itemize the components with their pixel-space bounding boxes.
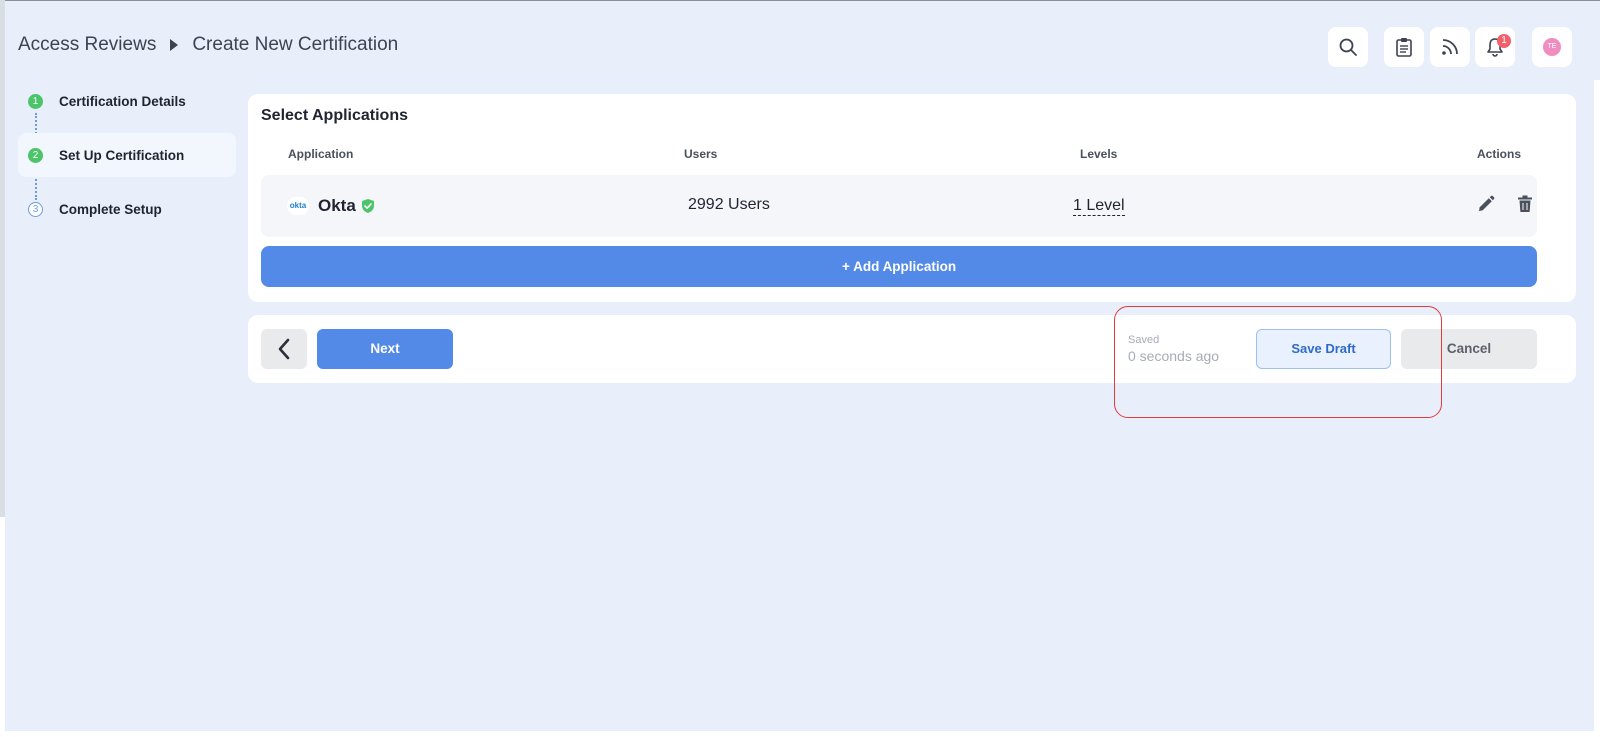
edit-icon[interactable] (1477, 195, 1495, 213)
feed-button[interactable] (1430, 27, 1470, 67)
left-scroll-edge (0, 0, 5, 517)
add-application-button[interactable]: + Add Application (261, 246, 1537, 287)
next-button[interactable]: Next (317, 329, 453, 369)
card-title: Select Applications (261, 107, 408, 124)
notification-badge: 1 (1497, 34, 1511, 48)
chevron-left-icon (278, 338, 290, 360)
tasks-button[interactable] (1384, 27, 1424, 67)
step-complete-setup[interactable]: 3 Complete Setup (18, 187, 236, 231)
breadcrumb-separator-icon (170, 39, 179, 51)
avatar: TE (1543, 38, 1561, 56)
saved-status-time: 0 seconds ago (1128, 348, 1220, 364)
step-label: Certification Details (59, 93, 186, 109)
step-set-up-certification[interactable]: 2 Set Up Certification (18, 133, 236, 177)
cancel-button[interactable]: Cancel (1401, 329, 1537, 369)
application-name: Okta (318, 196, 356, 215)
bottom-edge (0, 731, 1600, 737)
users-count: 2992 Users (688, 196, 770, 213)
setup-stepper: 1 Certification Details 2 Set Up Certifi… (18, 88, 236, 231)
table-row: okta Okta 2992 Users 1 Level (261, 175, 1537, 237)
save-draft-button[interactable]: Save Draft (1256, 329, 1391, 369)
select-applications-card: Select Applications Application Users Le… (248, 94, 1576, 302)
footer-actions-card: Next Saved 0 seconds ago Save Draft Canc… (248, 315, 1576, 383)
step-number: 1 (28, 93, 43, 109)
back-button[interactable] (261, 329, 307, 369)
notifications-button[interactable]: 1 (1475, 27, 1515, 67)
column-header-users: Users (684, 147, 718, 161)
column-header-application: Application (288, 147, 354, 161)
okta-logo: okta (287, 197, 309, 215)
search-icon (1339, 38, 1357, 56)
right-scrollbar[interactable] (1594, 80, 1600, 737)
column-header-actions: Actions (1477, 147, 1522, 161)
search-button[interactable] (1328, 27, 1368, 67)
levels-link[interactable]: 1 Level (1073, 197, 1125, 216)
column-header-levels: Levels (1080, 147, 1118, 161)
step-number: 2 (28, 147, 43, 163)
step-number: 3 (28, 201, 43, 217)
left-edge-lower (0, 517, 5, 737)
step-label: Complete Setup (59, 201, 162, 217)
step-certification-details[interactable]: 1 Certification Details (18, 79, 236, 123)
user-menu-button[interactable]: TE (1532, 27, 1572, 67)
step-label: Set Up Certification (59, 147, 185, 163)
verified-shield-icon (362, 199, 374, 213)
breadcrumb: Access Reviews Create New Certification (18, 34, 398, 56)
trash-icon[interactable] (1517, 195, 1533, 213)
window-top-border (0, 0, 1600, 1)
breadcrumb-parent[interactable]: Access Reviews (18, 34, 156, 56)
saved-status-label: Saved (1128, 334, 1160, 346)
clipboard-icon (1396, 38, 1412, 57)
breadcrumb-current: Create New Certification (192, 34, 399, 55)
rss-icon (1442, 39, 1458, 55)
